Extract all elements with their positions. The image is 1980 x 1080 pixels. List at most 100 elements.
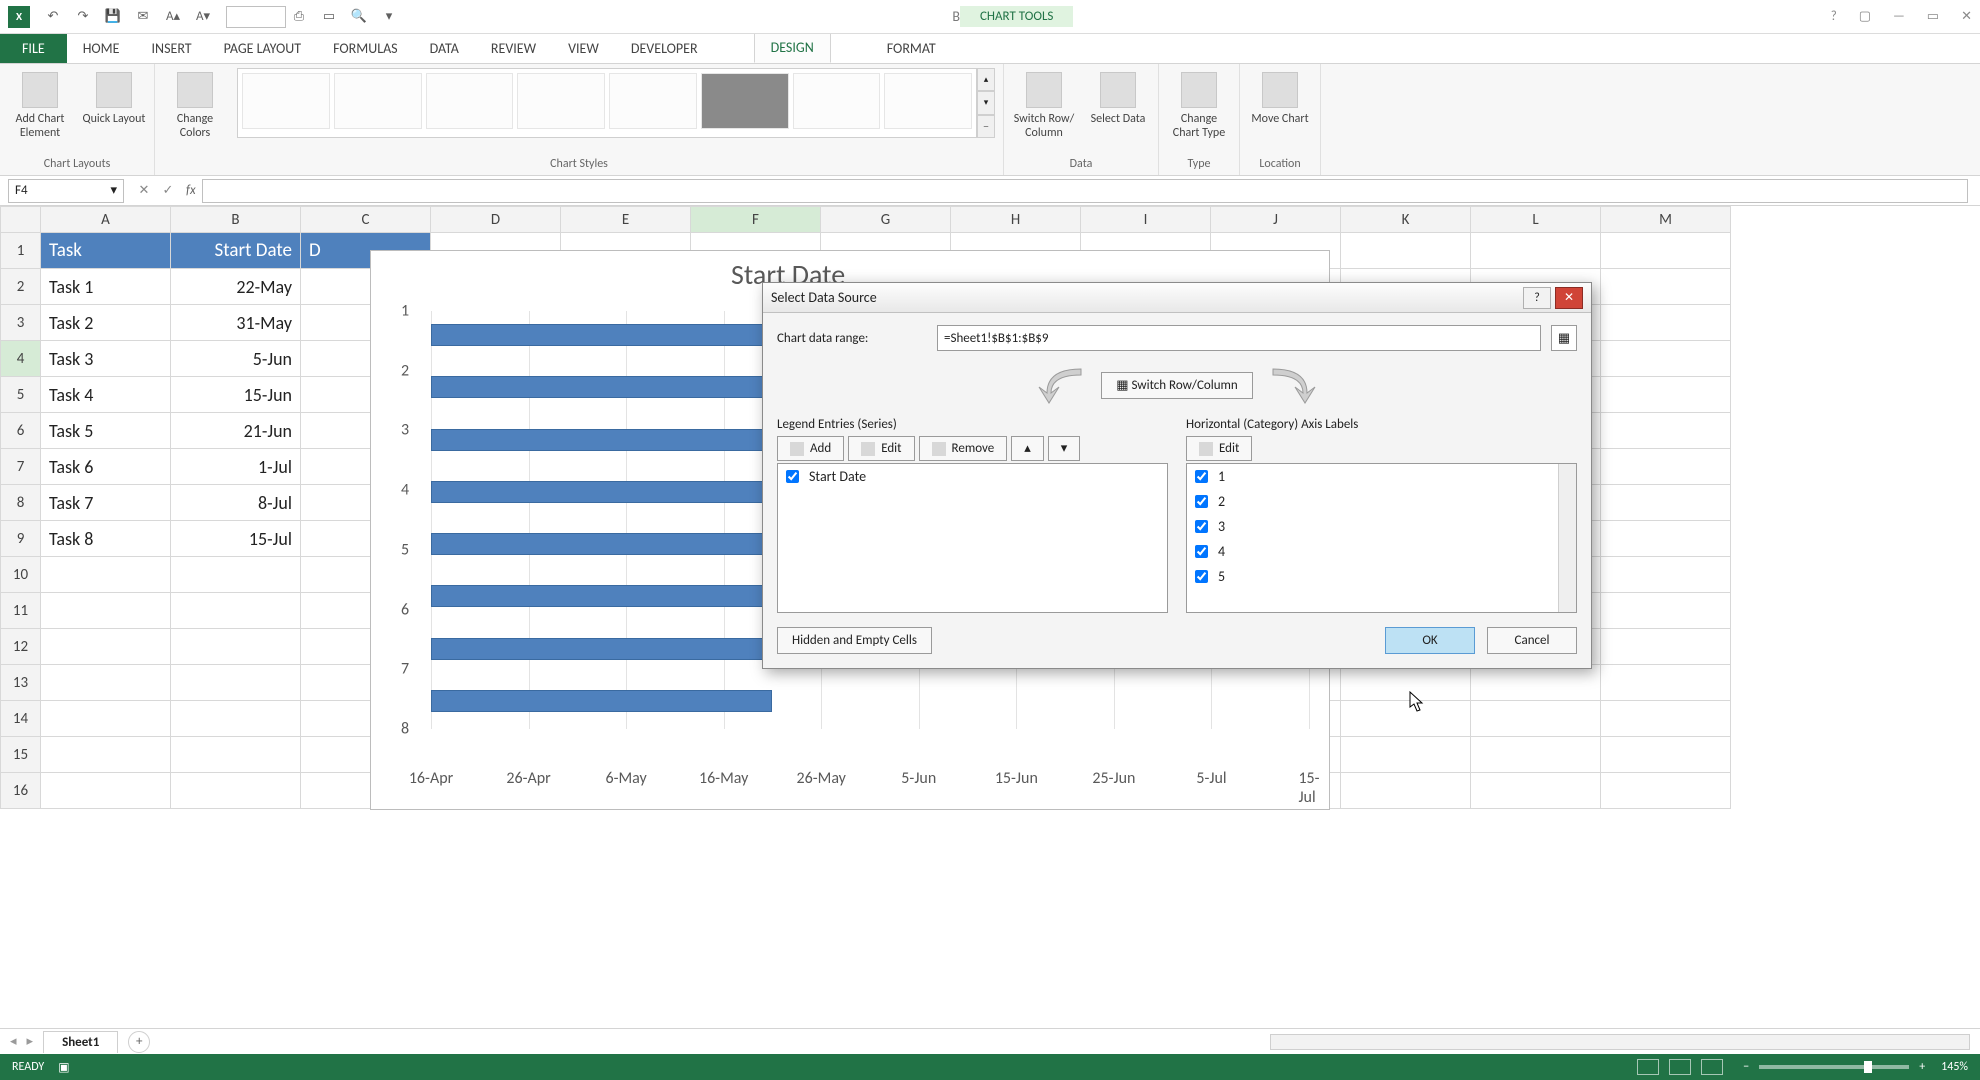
tab-home[interactable]: HOME bbox=[67, 34, 136, 63]
cell[interactable] bbox=[41, 737, 171, 773]
column-header[interactable]: B bbox=[171, 207, 301, 233]
horizontal-scrollbar[interactable] bbox=[1270, 1034, 1970, 1050]
chart-style-thumb[interactable] bbox=[334, 73, 422, 129]
cell[interactable]: Task 3 bbox=[41, 341, 171, 377]
tab-nav-prev-icon[interactable]: ◂ bbox=[10, 1034, 17, 1049]
chart-style-thumb[interactable] bbox=[426, 73, 514, 129]
column-header[interactable]: K bbox=[1341, 207, 1471, 233]
select-data-button[interactable]: Select Data bbox=[1086, 68, 1150, 126]
hidden-empty-cells-button[interactable]: Hidden and Empty Cells bbox=[777, 627, 932, 654]
zoom-out-icon[interactable]: − bbox=[1743, 1060, 1749, 1074]
column-header[interactable]: F bbox=[691, 207, 821, 233]
macro-record-icon[interactable]: ▣ bbox=[58, 1060, 69, 1075]
cell[interactable] bbox=[1341, 233, 1471, 269]
view-normal-icon[interactable] bbox=[1637, 1059, 1659, 1075]
dialog-close-icon[interactable]: ✕ bbox=[1555, 287, 1583, 309]
view-page-layout-icon[interactable] bbox=[1669, 1059, 1691, 1075]
save-icon[interactable]: 💾 bbox=[100, 4, 126, 30]
cell[interactable] bbox=[1601, 557, 1731, 593]
cell[interactable] bbox=[171, 737, 301, 773]
cell[interactable] bbox=[171, 701, 301, 737]
cell[interactable]: Task 1 bbox=[41, 269, 171, 305]
cell[interactable] bbox=[1471, 665, 1601, 701]
new-sheet-button[interactable]: + bbox=[128, 1031, 150, 1053]
cell[interactable] bbox=[1601, 629, 1731, 665]
cell[interactable] bbox=[171, 593, 301, 629]
cell[interactable] bbox=[1601, 233, 1731, 269]
chart-style-thumb[interactable] bbox=[242, 73, 330, 129]
axis-item-checkbox[interactable] bbox=[1195, 495, 1208, 508]
cell[interactable] bbox=[1601, 593, 1731, 629]
listbox-scrollbar[interactable] bbox=[1558, 464, 1576, 612]
row-header[interactable]: 12 bbox=[1, 629, 41, 665]
cell[interactable]: 21-Jun bbox=[171, 413, 301, 449]
zoom-level[interactable]: 145% bbox=[1941, 1060, 1968, 1074]
chart-style-thumb[interactable] bbox=[884, 73, 972, 129]
row-header[interactable]: 9 bbox=[1, 521, 41, 557]
cell[interactable]: Task 4 bbox=[41, 377, 171, 413]
tab-view[interactable]: VIEW bbox=[552, 34, 615, 63]
row-header[interactable]: 10 bbox=[1, 557, 41, 593]
cell[interactable]: 31-May bbox=[171, 305, 301, 341]
tab-design[interactable]: DESIGN bbox=[754, 32, 831, 63]
cell[interactable] bbox=[1341, 701, 1471, 737]
cell[interactable] bbox=[41, 629, 171, 665]
row-header[interactable]: 16 bbox=[1, 773, 41, 809]
cell[interactable] bbox=[1601, 305, 1731, 341]
cell[interactable]: 1-Jul bbox=[171, 449, 301, 485]
column-header[interactable]: D bbox=[431, 207, 561, 233]
gallery-scroll[interactable]: ▴▾⎯ bbox=[977, 68, 995, 138]
zoom-slider[interactable] bbox=[1759, 1065, 1909, 1069]
chart-style-thumb[interactable] bbox=[609, 73, 697, 129]
row-header[interactable]: 6 bbox=[1, 413, 41, 449]
cell[interactable]: Task 8 bbox=[41, 521, 171, 557]
chart-bar[interactable] bbox=[431, 690, 772, 712]
cell[interactable] bbox=[1601, 485, 1731, 521]
cell[interactable]: Task 5 bbox=[41, 413, 171, 449]
series-move-down-button[interactable]: ▾ bbox=[1048, 436, 1081, 461]
cell[interactable] bbox=[1601, 413, 1731, 449]
column-header[interactable]: C bbox=[301, 207, 431, 233]
cell[interactable] bbox=[1471, 233, 1601, 269]
email-icon[interactable]: ✉ bbox=[130, 4, 156, 30]
cell[interactable] bbox=[1601, 521, 1731, 557]
quick-layout-button[interactable]: Quick Layout bbox=[82, 68, 146, 126]
cell[interactable] bbox=[1601, 701, 1731, 737]
row-header[interactable]: 1 bbox=[1, 233, 41, 269]
axis-item[interactable]: 5 bbox=[1187, 564, 1576, 589]
open-icon[interactable]: ▭ bbox=[316, 4, 342, 30]
chart-styles-gallery[interactable] bbox=[237, 68, 977, 138]
axis-edit-button[interactable]: Edit bbox=[1186, 436, 1252, 461]
tab-nav-next-icon[interactable]: ▸ bbox=[27, 1034, 34, 1049]
add-chart-element-button[interactable]: Add Chart Element bbox=[8, 68, 72, 140]
cell[interactable] bbox=[1601, 665, 1731, 701]
column-header[interactable]: E bbox=[561, 207, 691, 233]
cell[interactable] bbox=[1341, 665, 1471, 701]
cell[interactable] bbox=[41, 701, 171, 737]
series-edit-button[interactable]: Edit bbox=[848, 436, 914, 461]
cell[interactable] bbox=[41, 773, 171, 809]
row-header[interactable]: 7 bbox=[1, 449, 41, 485]
range-picker-icon[interactable]: ▦ bbox=[1551, 325, 1577, 351]
chart-style-thumb[interactable] bbox=[517, 73, 605, 129]
cell[interactable] bbox=[171, 629, 301, 665]
zoom-in-icon[interactable]: + bbox=[1919, 1060, 1925, 1074]
switch-row-column-dialog-button[interactable]: ▦ Switch Row/Column bbox=[1101, 372, 1253, 399]
cell[interactable] bbox=[1601, 377, 1731, 413]
column-header[interactable]: M bbox=[1601, 207, 1731, 233]
cell[interactable] bbox=[1471, 701, 1601, 737]
axis-item[interactable]: 4 bbox=[1187, 539, 1576, 564]
tab-developer[interactable]: DEVELOPER bbox=[615, 34, 714, 63]
tab-insert[interactable]: INSERT bbox=[136, 34, 208, 63]
column-header[interactable]: H bbox=[951, 207, 1081, 233]
series-remove-button[interactable]: Remove bbox=[919, 436, 1008, 461]
tab-format[interactable]: FORMAT bbox=[871, 34, 952, 63]
cell[interactable] bbox=[41, 557, 171, 593]
undo-icon[interactable]: ↶ bbox=[40, 4, 66, 30]
series-move-up-button[interactable]: ▴ bbox=[1011, 436, 1044, 461]
name-box[interactable]: F4▾ bbox=[8, 179, 124, 203]
cell[interactable] bbox=[1341, 737, 1471, 773]
cell[interactable]: Task bbox=[41, 233, 171, 269]
dialog-help-icon[interactable]: ? bbox=[1523, 287, 1551, 309]
switch-row-column-button[interactable]: Switch Row/ Column bbox=[1012, 68, 1076, 140]
